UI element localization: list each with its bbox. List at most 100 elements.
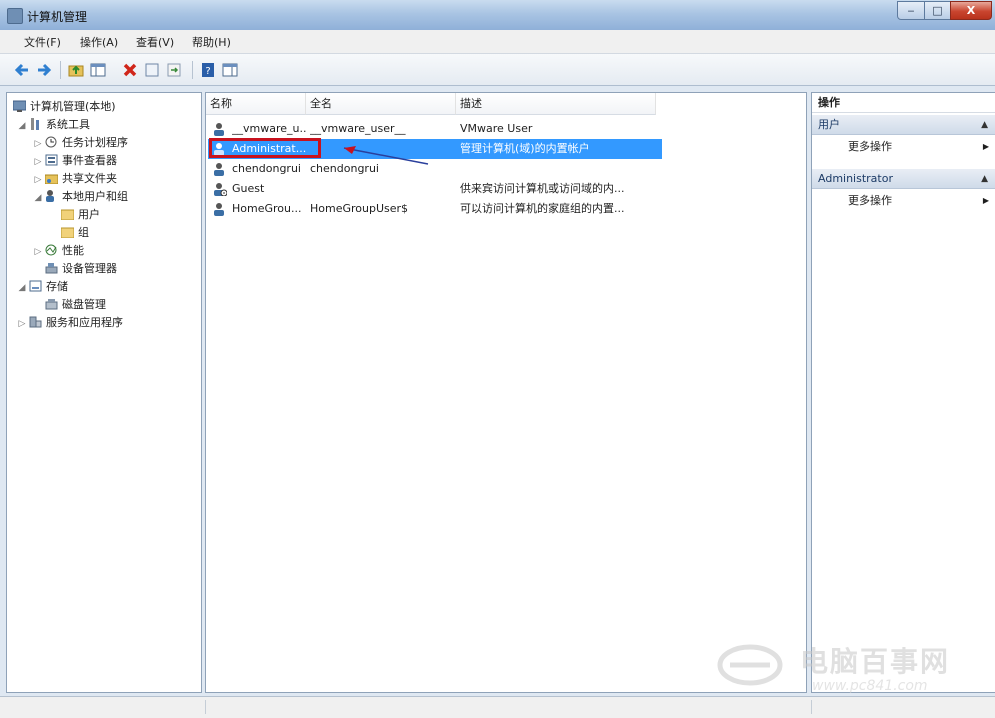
user-icon: [213, 162, 227, 176]
section-title: Administrator: [818, 172, 893, 185]
user-icon: [213, 202, 227, 216]
maximize-button[interactable]: □: [924, 1, 951, 20]
menu-file[interactable]: 文件(F): [24, 34, 61, 50]
cell-fullname: __vmware_user__: [310, 122, 406, 135]
folder-icon: [60, 226, 75, 239]
tree-item-label: 任务计划程序: [62, 136, 128, 149]
tree-item-root[interactable]: 计算机管理(本地): [11, 99, 116, 115]
services-icon: [29, 316, 42, 328]
actions-section-administrator[interactable]: Administrator ▲: [812, 169, 995, 189]
tree-item-users[interactable]: 用户: [59, 207, 100, 223]
tree-item-label: 本地用户和组: [62, 190, 128, 203]
submenu-arrow-icon: ▶: [982, 196, 989, 205]
computer-management-icon: [12, 100, 27, 112]
submenu-arrow-icon: ▶: [982, 142, 989, 151]
tree-item-label: 服务和应用程序: [46, 316, 123, 329]
collapsed-triangle-icon[interactable]: ▷: [33, 244, 43, 260]
table-row[interactable]: __vmware_u... __vmware_user__ VMware Use…: [208, 119, 658, 139]
performance-icon: [45, 244, 58, 256]
tree-item-label: 共享文件夹: [62, 172, 117, 185]
expanded-triangle-icon[interactable]: ◢: [33, 190, 43, 206]
cell-name: Guest: [232, 182, 265, 195]
status-divider: [811, 700, 812, 714]
tree-item-label: 计算机管理(本地): [30, 100, 116, 113]
status-bar: [0, 696, 995, 718]
action-label: 更多操作: [848, 140, 892, 153]
tree-item-label: 系统工具: [46, 118, 90, 131]
tree-item-storage[interactable]: ◢ 存储: [17, 279, 68, 295]
minimize-button[interactable]: ‒: [897, 1, 925, 20]
column-header-description[interactable]: 描述: [456, 93, 656, 115]
storage-icon: [29, 280, 42, 292]
cell-description: 供来宾访问计算机或访问域的内...: [460, 182, 625, 195]
tree-item-services-apps[interactable]: ▷ 服务和应用程序: [17, 315, 123, 331]
computer-management-icon: [7, 8, 23, 24]
collapsed-triangle-icon[interactable]: ▷: [33, 172, 43, 188]
delete-icon[interactable]: [122, 62, 138, 78]
column-header-name[interactable]: 名称: [206, 93, 306, 115]
tree-item-label: 存储: [46, 280, 68, 293]
tree-item-groups[interactable]: 组: [59, 225, 89, 241]
more-actions-item[interactable]: 更多操作 ▶: [812, 191, 995, 211]
shared-folder-icon: [44, 172, 59, 185]
column-header-fullname[interactable]: 全名: [306, 93, 456, 115]
highlight-annotation-box: [209, 138, 321, 158]
cell-description: VMware User: [460, 122, 533, 135]
console-tree: 计算机管理(本地) ◢ 系统工具 ▷ 任务计划程序 ▷ 事件查看器 ▷ 共享文件夹 ◢ 本…: [6, 92, 202, 693]
up-folder-icon[interactable]: [68, 62, 84, 78]
table-row[interactable]: HomeGrou... HomeGroupUser$ 可以访问计算机的家庭组的内…: [208, 199, 658, 219]
forward-arrow-icon[interactable]: [36, 62, 52, 78]
tree-item-shared-folders[interactable]: ▷ 共享文件夹: [33, 171, 117, 187]
clock-icon: [45, 136, 58, 148]
cell-name: HomeGrou...: [232, 202, 302, 215]
status-divider: [205, 700, 206, 714]
tree-item-task-scheduler[interactable]: ▷ 任务计划程序: [33, 135, 128, 151]
expanded-triangle-icon[interactable]: ◢: [17, 118, 27, 134]
disabled-user-icon: [213, 182, 228, 197]
cell-name: __vmware_u...: [232, 122, 306, 135]
tree-item-disk-management[interactable]: 磁盘管理: [43, 297, 106, 313]
collapse-icon[interactable]: ▲: [981, 115, 988, 135]
properties-icon[interactable]: [144, 62, 160, 78]
menu-help[interactable]: 帮助(H): [192, 34, 231, 50]
tree-item-device-manager[interactable]: 设备管理器: [43, 261, 117, 277]
site-watermark: 电脑百事网 www.pc841.com: [700, 636, 995, 696]
back-arrow-icon[interactable]: [14, 62, 30, 78]
expanded-triangle-icon[interactable]: ◢: [17, 280, 27, 296]
tree-item-event-viewer[interactable]: ▷ 事件查看器: [33, 153, 117, 169]
more-actions-item[interactable]: 更多操作 ▶: [812, 137, 995, 157]
collapsed-triangle-icon[interactable]: ▷: [33, 136, 43, 152]
menu-action[interactable]: 操作(A): [80, 34, 118, 50]
title-bar[interactable]: 计算机管理 ‒ □ X: [0, 0, 995, 30]
cell-description: 可以访问计算机的家庭组的内置...: [460, 202, 625, 215]
tree-item-local-users-groups[interactable]: ◢ 本地用户和组: [33, 189, 128, 205]
show-action-pane-icon[interactable]: [222, 62, 238, 78]
users-icon: [45, 190, 58, 202]
watermark-logo-icon: [717, 644, 783, 686]
help-icon[interactable]: ?: [200, 62, 216, 78]
work-area: 计算机管理(本地) ◢ 系统工具 ▷ 任务计划程序 ▷ 事件查看器 ▷ 共享文件夹 ◢ 本…: [0, 86, 995, 696]
tree-item-system-tools[interactable]: ◢ 系统工具: [17, 117, 90, 133]
tree-item-label: 事件查看器: [62, 154, 117, 167]
collapsed-triangle-icon[interactable]: ▷: [33, 154, 43, 170]
menu-bar: 文件(F) 操作(A) 查看(V) 帮助(H): [0, 30, 995, 54]
cell-fullname: HomeGroupUser$: [310, 202, 409, 215]
user-list: 名称 全名 描述 __vmware_u... __vmware_user__ V…: [205, 92, 807, 693]
menu-view[interactable]: 查看(V): [136, 34, 174, 50]
actions-header: 操作: [812, 93, 995, 113]
tree-item-performance[interactable]: ▷ 性能: [33, 243, 84, 259]
cell-name: chendongrui: [232, 162, 301, 175]
tree-item-label: 磁盘管理: [62, 298, 106, 311]
watermark-url: www.pc841.com: [812, 678, 928, 694]
tree-item-label: 性能: [62, 244, 84, 257]
refresh-icon[interactable]: [166, 62, 182, 78]
svg-text:?: ?: [205, 66, 210, 77]
actions-section-users[interactable]: 用户 ▲: [812, 115, 995, 135]
close-button[interactable]: X: [950, 1, 992, 20]
collapse-icon[interactable]: ▲: [981, 169, 988, 189]
show-console-tree-icon[interactable]: [90, 62, 106, 78]
collapsed-triangle-icon[interactable]: ▷: [17, 316, 27, 332]
table-row[interactable]: Guest 供来宾访问计算机或访问域的内...: [208, 179, 658, 199]
disk-icon: [45, 298, 58, 310]
device-manager-icon: [45, 262, 58, 274]
